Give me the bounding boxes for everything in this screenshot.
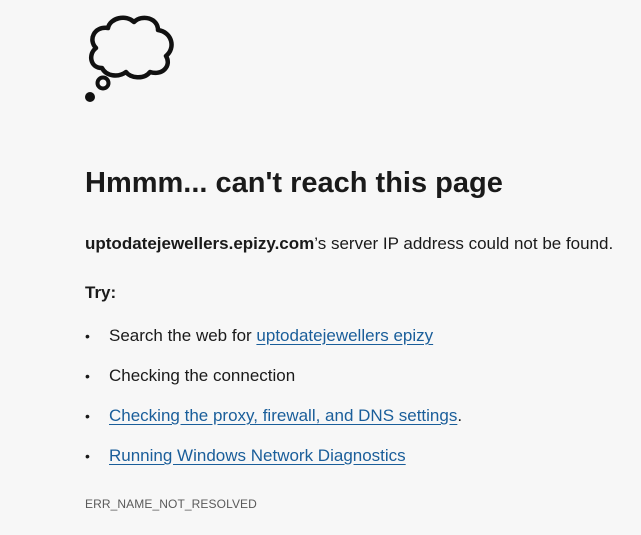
error-page: Hmmm... can't reach this page uptodateje… (0, 0, 641, 535)
suggestion-search-web: • Search the web for uptodatejewellers ep… (85, 323, 462, 363)
error-code: ERR_NAME_NOT_RESOLVED (85, 497, 257, 511)
thought-cloud-icon (85, 15, 174, 102)
network-diagnostics-link[interactable]: Running Windows Network Diagnostics (109, 446, 406, 465)
bullet: • (85, 448, 90, 464)
search-web-link[interactable]: uptodatejewellers epizy (256, 326, 433, 345)
suggestion-network-diagnostics: • Running Windows Network Diagnostics (85, 443, 462, 483)
suggestion-prefix: Search the web for (109, 326, 257, 345)
proxy-settings-link[interactable]: Checking the proxy, firewall, and DNS se… (109, 406, 457, 425)
error-message: uptodatejewellers.epizy.com’s server IP … (85, 232, 613, 256)
bullet: • (85, 408, 90, 424)
host-name: uptodatejewellers.epizy.com (85, 234, 315, 253)
suggestion-text: Checking the connection (109, 366, 296, 385)
suggestion-suffix: . (457, 406, 463, 425)
try-label: Try: (85, 283, 117, 302)
suggestion-check-connection: • Checking the connection (85, 363, 462, 403)
page-title: Hmmm... can't reach this page (85, 167, 503, 199)
bullet: • (85, 368, 90, 384)
suggestion-proxy-settings: • Checking the proxy, firewall, and DNS s… (85, 403, 462, 443)
suggestion-list: • Search the web for uptodatejewellers ep… (85, 323, 462, 483)
error-message-suffix: ’s server IP address could not be found. (314, 234, 614, 253)
bullet: • (85, 328, 90, 344)
